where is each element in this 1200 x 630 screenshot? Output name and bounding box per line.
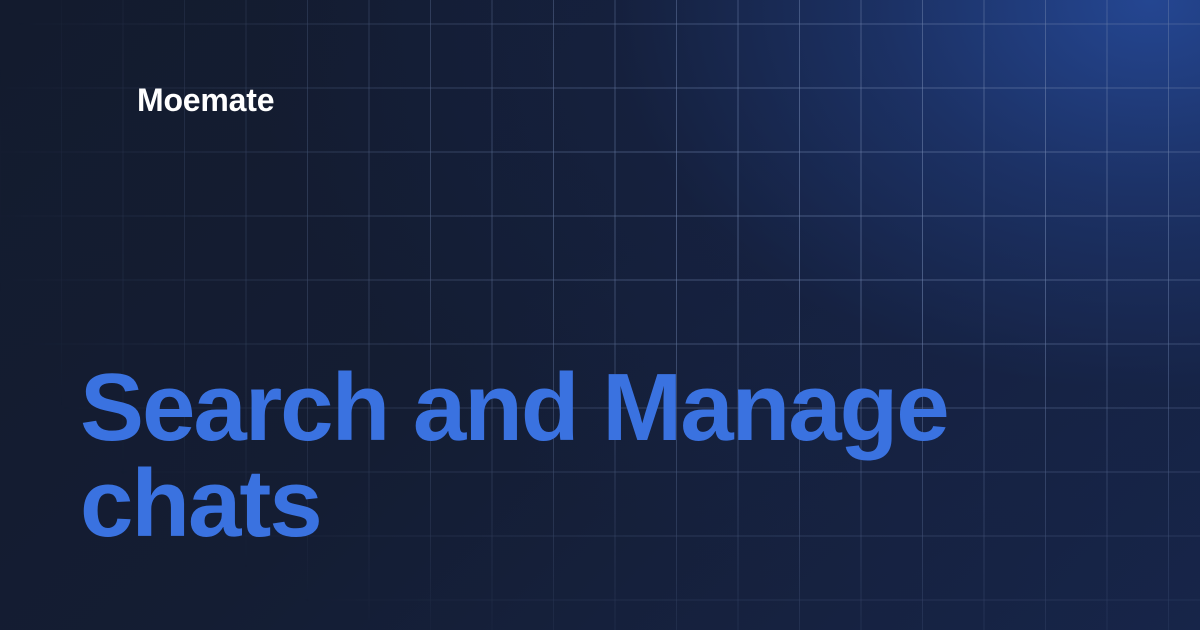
headline-line-2: chats <box>80 450 323 557</box>
page-headline: Search and Manage chats <box>80 360 1140 552</box>
hero-card: Moemate Search and Manage chats <box>0 0 1200 630</box>
headline-line-1: Search and Manage <box>80 354 950 461</box>
brand-logo-text: Moemate <box>137 82 275 118</box>
